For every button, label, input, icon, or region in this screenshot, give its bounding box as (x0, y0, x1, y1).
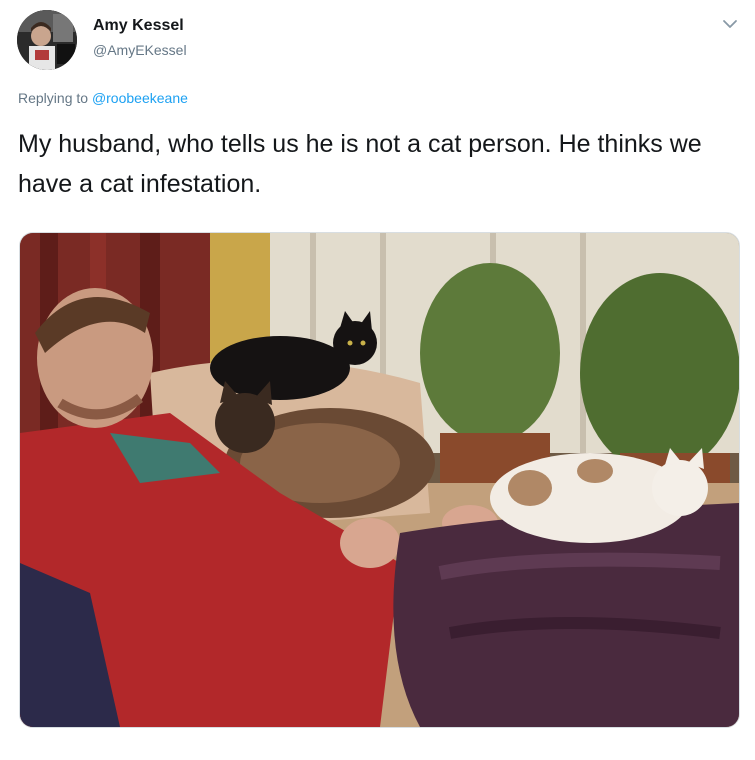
reply-context: Replying to @roobeekeane (18, 90, 188, 106)
reply-mention-link[interactable]: @roobeekeane (92, 90, 188, 106)
display-name[interactable]: Amy Kessel (93, 17, 184, 35)
tweet-photo[interactable] (19, 232, 740, 728)
photo-illustration (20, 233, 739, 727)
avatar[interactable] (17, 10, 77, 70)
chevron-down-icon[interactable] (720, 14, 740, 34)
reply-prefix: Replying to (18, 90, 89, 106)
user-handle[interactable]: @AmyEKessel (93, 42, 187, 58)
tweet-card: Amy Kessel @AmyEKessel Replying to @roob… (0, 0, 755, 760)
avatar-image (17, 10, 77, 70)
tweet-text: My husband, who tells us he is not a cat… (18, 130, 702, 198)
